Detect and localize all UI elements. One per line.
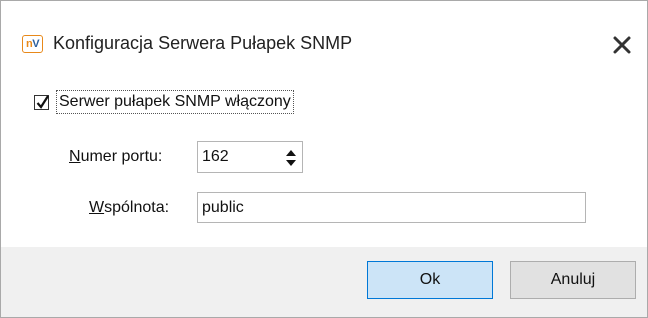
- community-input[interactable]: [202, 197, 572, 219]
- community-label: Wspólnota:: [89, 199, 170, 216]
- community-field[interactable]: [197, 192, 586, 223]
- snmp-enabled-checkbox[interactable]: [34, 94, 49, 110]
- checkmark-icon: [36, 94, 49, 109]
- nv-app-icon: nV: [22, 35, 43, 53]
- port-input[interactable]: [202, 146, 272, 168]
- ok-button[interactable]: Ok: [367, 261, 493, 299]
- snmp-enabled-checkbox-row[interactable]: Serwer pułapek SNMP włączony: [34, 90, 294, 114]
- spin-up-icon[interactable]: [284, 145, 298, 157]
- window-title: Konfiguracja Serwera Pułapek SNMP: [53, 33, 353, 53]
- cancel-button[interactable]: Anuluj: [510, 261, 636, 299]
- port-label: Numer portu:: [69, 148, 163, 165]
- button-bar: Ok Anuluj: [1, 247, 647, 317]
- port-spinner[interactable]: [197, 141, 303, 173]
- snmp-trap-config-dialog: nV Konfiguracja Serwera Pułapek SNMP Ser…: [0, 0, 648, 318]
- snmp-enabled-label: Serwer pułapek SNMP włączony: [56, 90, 294, 114]
- spin-down-icon[interactable]: [284, 157, 298, 169]
- close-icon[interactable]: [611, 34, 633, 56]
- title-bar: nV Konfiguracja Serwera Pułapek SNMP: [1, 1, 647, 88]
